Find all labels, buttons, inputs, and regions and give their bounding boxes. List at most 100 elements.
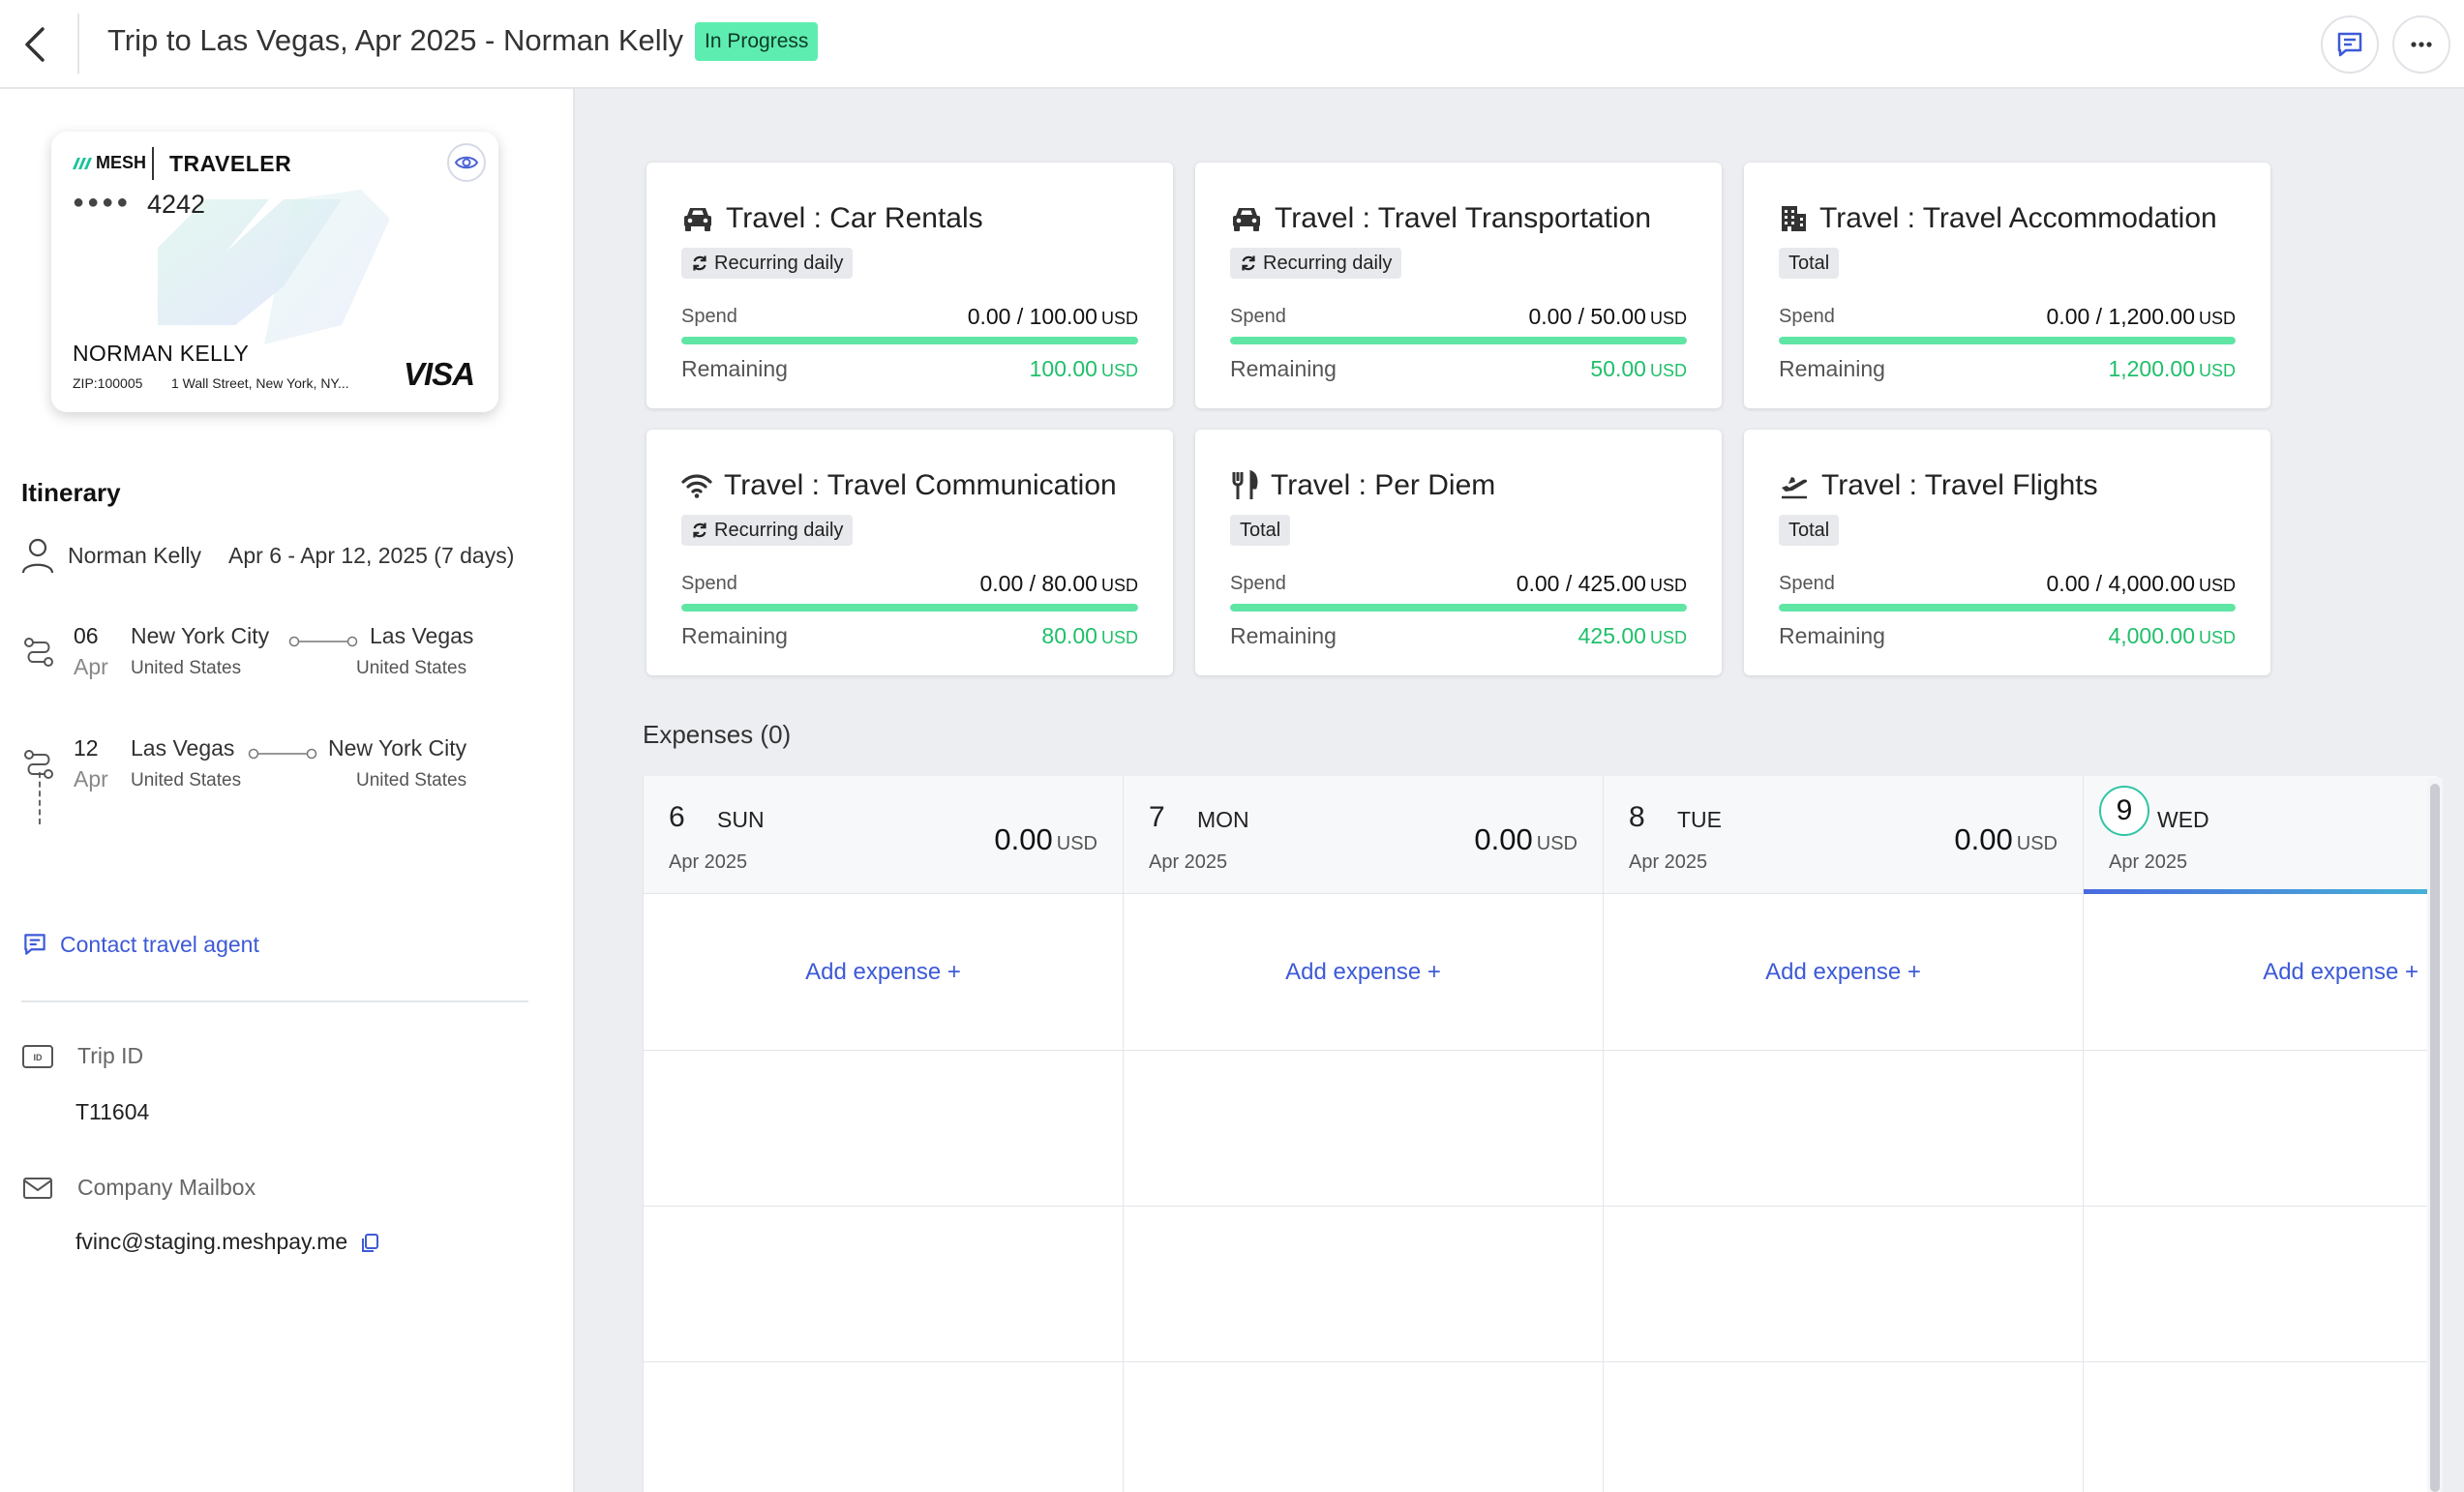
contact-travel-agent-link[interactable]: Contact travel agent — [21, 931, 259, 958]
budget-frequency-label: Total — [1240, 520, 1281, 541]
budget-frequency-chip: Recurring daily — [681, 515, 854, 546]
budget-title: Travel : Per Diem — [1271, 469, 1496, 501]
leg-destination-city: Las Vegas — [370, 623, 474, 648]
spend-label: Spend — [1230, 306, 1286, 327]
trip-id-row: ID Trip ID — [21, 1043, 143, 1069]
spend-label: Spend — [681, 306, 737, 327]
more-options-button[interactable] — [2392, 15, 2450, 74]
calendar-slot — [2084, 1207, 2438, 1362]
calendar-slot — [1124, 1207, 1603, 1362]
leg-destination-country: United States — [356, 770, 467, 791]
budget-progress-bar — [1230, 604, 1687, 612]
card-holder-name: NORMAN KELLY — [73, 341, 250, 366]
chevron-left-icon — [25, 27, 45, 62]
budget-title-row: Travel : Travel Accommodation — [1779, 199, 2217, 238]
page-title: Trip to Las Vegas, Apr 2025 - Norman Kel… — [107, 23, 684, 57]
spend-unit: USD — [1100, 309, 1138, 328]
add-expense-button[interactable]: Add expense + — [644, 894, 1123, 1051]
budget-frequency-chip: Recurring daily — [1230, 248, 1402, 279]
spend-amount: 0.00 / 50.00 — [1528, 304, 1646, 329]
building-icon — [1782, 206, 1806, 231]
spend-unit: USD — [1100, 576, 1138, 595]
day-total-unit: USD — [2016, 833, 2058, 854]
calendar-day-header: 7 MON Apr 2025 0.00 USD — [1124, 776, 1603, 894]
itinerary-traveler-name: Norman Kelly — [68, 542, 202, 568]
spend-value: 0.00 / 50.00 USD — [1528, 304, 1687, 330]
route-icon — [24, 750, 53, 779]
calendar-slot — [2084, 1362, 2438, 1492]
leg-origin-city: New York City — [131, 623, 270, 648]
day-month-year: Apr 2025 — [669, 851, 748, 873]
budget-card-travel-transportation[interactable]: Travel : Travel Transportation Recurring… — [1195, 163, 1722, 408]
add-expense-button[interactable]: Add expense + — [1124, 894, 1603, 1051]
remaining-label: Remaining — [1230, 356, 1337, 381]
day-total: 0.00 USD — [1954, 822, 2058, 857]
budget-title: Travel : Travel Communication — [724, 469, 1117, 501]
trip-id-value: T11604 — [75, 1099, 150, 1124]
day-number: 8 — [1629, 801, 1645, 833]
day-total-amount: 0.00 — [1474, 822, 1533, 856]
card-last4: 4242 — [147, 190, 206, 219]
remaining-amount: 50.00 — [1590, 356, 1646, 381]
calendar-day-header: 6 SUN Apr 2025 0.00 USD — [644, 776, 1123, 894]
leg-month: Apr — [74, 766, 108, 791]
budget-card-per-diem[interactable]: Travel : Per Diem Total Spend 0.00 / 425… — [1195, 430, 1722, 675]
card-type-label: TRAVELER — [169, 151, 292, 176]
calendar-slot — [1124, 1051, 1603, 1207]
calendar-slot — [644, 1207, 1123, 1362]
contact-travel-agent-label: Contact travel agent — [60, 931, 259, 957]
budget-title-row: Travel : Travel Communication — [681, 466, 1117, 505]
traveler-card: MESH TRAVELER ●●●● 4242 NORMAN KELLY ZIP… — [51, 132, 498, 412]
back-button[interactable] — [14, 21, 60, 68]
spend-value: 0.00 / 100.00 USD — [968, 304, 1138, 330]
budget-title-row: Travel : Per Diem — [1230, 466, 1495, 505]
spend-amount: 0.00 / 1,200.00 — [2046, 304, 2195, 329]
budget-progress-fill — [1779, 337, 2236, 344]
company-mailbox-label: Company Mailbox — [77, 1175, 256, 1200]
budget-frequency-chip: Recurring daily — [681, 248, 854, 279]
remaining-amount: 1,200.00 — [2108, 356, 2195, 381]
calendar-day-column: 6 SUN Apr 2025 0.00 USD Add expense + — [644, 776, 1124, 1492]
calendar-day-header: 9 WED Apr 2025 — [2084, 776, 2438, 894]
budget-title: Travel : Travel Flights — [1821, 469, 2098, 501]
budget-progress-bar — [1779, 604, 2236, 612]
remaining-unit: USD — [1100, 628, 1138, 647]
budget-card-travel-flights[interactable]: Travel : Travel Flights Total Spend 0.00… — [1744, 430, 2270, 675]
budget-progress-bar — [1779, 337, 2236, 344]
recurring-icon — [693, 522, 706, 538]
recurring-icon — [1242, 255, 1255, 271]
spend-label: Spend — [681, 573, 737, 594]
budget-title: Travel : Travel Accommodation — [1819, 202, 2217, 234]
remaining-unit: USD — [1649, 628, 1687, 647]
calendar-slot — [644, 1362, 1123, 1492]
add-expense-button[interactable]: Add expense + — [1604, 894, 2083, 1051]
remaining-label: Remaining — [681, 623, 788, 648]
scrollbar-thumb[interactable] — [2430, 784, 2440, 1492]
budget-card-car-rentals[interactable]: Travel : Car Rentals Recurring daily Spe… — [646, 163, 1173, 408]
day-total-unit: USD — [1056, 833, 1097, 854]
spend-unit: USD — [2198, 309, 2236, 328]
utensils-icon — [1232, 470, 1258, 499]
day-name: SUN — [717, 807, 765, 832]
budget-card-travel-communication[interactable]: Travel : Travel Communication Recurring … — [646, 430, 1173, 675]
comments-button[interactable] — [2321, 15, 2379, 74]
expense-calendar: 6 SUN Apr 2025 0.00 USD Add expense + 7 M… — [643, 776, 2438, 1492]
copy-icon[interactable] — [360, 1233, 379, 1254]
calendar-scrollbar[interactable] — [2427, 778, 2443, 1492]
budget-frequency-label: Total — [1788, 253, 1830, 274]
add-expense-button[interactable]: Add expense + — [2084, 894, 2438, 1051]
day-month-year: Apr 2025 — [1629, 851, 1708, 873]
mail-icon — [23, 1177, 52, 1199]
calendar-slot — [1604, 1207, 2083, 1362]
card-address: 1 Wall Street, New York, NY... — [171, 375, 349, 391]
budget-card-travel-accommodation[interactable]: Travel : Travel Accommodation Total Spen… — [1744, 163, 2270, 408]
budget-frequency-chip: Total — [1230, 515, 1291, 546]
calendar-slot — [1124, 1362, 1603, 1492]
budget-progress-fill — [1230, 337, 1687, 344]
remaining-amount: 80.00 — [1041, 623, 1097, 648]
reveal-card-button[interactable] — [447, 143, 486, 182]
car-icon — [1233, 208, 1260, 231]
day-total-amount: 0.00 — [994, 822, 1053, 856]
leg-origin-city: Las Vegas — [131, 735, 235, 761]
person-icon — [21, 538, 54, 574]
